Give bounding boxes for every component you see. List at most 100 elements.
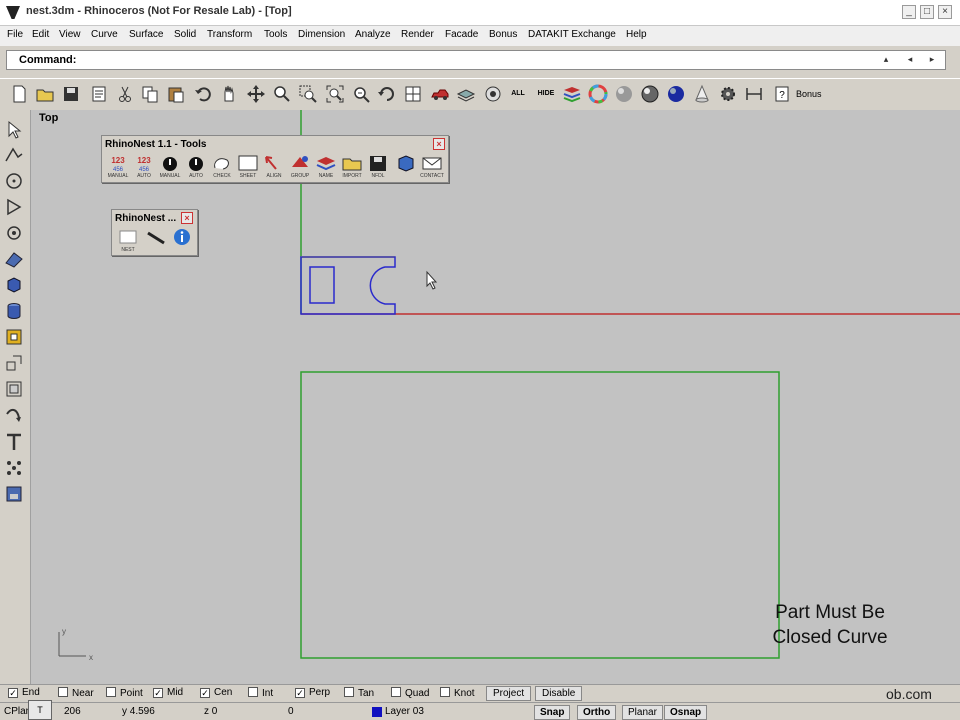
menu-analyze[interactable]: Analyze: [355, 29, 391, 40]
snap-toggle[interactable]: Snap: [534, 705, 571, 720]
zoom-icon[interactable]: [272, 84, 292, 104]
command-scroll-up-icon[interactable]: ▴: [879, 54, 893, 66]
nfdl-button[interactable]: NFDL: [366, 153, 390, 181]
array-icon[interactable]: [4, 379, 24, 399]
manual-nest-button[interactable]: 123 456 MANUAL: [106, 153, 130, 181]
dimension-icon[interactable]: [744, 84, 764, 104]
rhinonest-tools-close-icon[interactable]: ×: [433, 138, 445, 150]
layer-color-swatch[interactable]: [372, 707, 382, 717]
osnap-knot-checkbox[interactable]: [440, 687, 450, 697]
taskbar-button[interactable]: T: [28, 700, 52, 720]
surface-icon[interactable]: [4, 249, 24, 269]
rhinonest-toolbar-title[interactable]: RhinoNest ...: [115, 213, 176, 224]
circle-icon[interactable]: [4, 171, 24, 191]
osnap-near-checkbox[interactable]: [58, 687, 68, 697]
hide-icon[interactable]: HIDE: [534, 84, 558, 104]
print-icon[interactable]: [89, 84, 109, 104]
wand-button[interactable]: [144, 227, 168, 255]
zoom-selected-icon[interactable]: [351, 84, 371, 104]
menu-datakit-exchange[interactable]: DATAKIT Exchange: [528, 29, 616, 40]
move-view-icon[interactable]: [246, 84, 266, 104]
curve-tools-icon[interactable]: [4, 406, 24, 426]
rendered-sphere-icon[interactable]: [640, 84, 660, 104]
car-icon[interactable]: [430, 84, 450, 104]
show-icon[interactable]: [483, 84, 503, 104]
undo-icon[interactable]: [193, 84, 213, 104]
menu-edit[interactable]: Edit: [32, 29, 49, 40]
rhinonest-tools-toolbar[interactable]: RhinoNest 1.1 - Tools × 123 456 MANUAL 12…: [101, 135, 449, 183]
cylinder-icon[interactable]: [4, 301, 24, 321]
osnap-toggle[interactable]: Osnap: [664, 705, 708, 720]
planar-toggle[interactable]: Planar: [622, 705, 663, 720]
osnap-quad[interactable]: Quad: [391, 687, 429, 701]
minimize-button[interactable]: _: [902, 5, 916, 19]
color-wheel-icon[interactable]: [588, 84, 608, 104]
menu-help[interactable]: Help: [626, 29, 647, 40]
osnap-end[interactable]: ✓ End: [8, 687, 40, 701]
close-button[interactable]: ×: [938, 5, 952, 19]
check-button[interactable]: CHECK: [210, 153, 234, 181]
pan-hand-icon[interactable]: [219, 84, 239, 104]
nesting-sheet-rectangle[interactable]: [300, 371, 780, 659]
osnap-mid-checkbox[interactable]: ✓: [153, 688, 163, 698]
info-button[interactable]: [170, 227, 194, 255]
point-icon[interactable]: [4, 223, 24, 243]
save-icon[interactable]: [61, 84, 81, 104]
osnap-end-checkbox[interactable]: ✓: [8, 688, 18, 698]
menu-surface[interactable]: Surface: [129, 29, 163, 40]
cut-icon[interactable]: [115, 84, 135, 104]
grid-points-icon[interactable]: [4, 458, 24, 478]
blue-sphere-icon[interactable]: [666, 84, 686, 104]
disable-button[interactable]: Disable: [535, 686, 583, 701]
bonus-tools-button[interactable]: Bonus: [796, 84, 824, 104]
menu-transform[interactable]: Transform: [207, 29, 252, 40]
osnap-quad-checkbox[interactable]: [391, 687, 401, 697]
menu-facade[interactable]: Facade: [445, 29, 478, 40]
maximize-button[interactable]: □: [920, 5, 934, 19]
osnap-int-checkbox[interactable]: [248, 687, 258, 697]
viewport-title[interactable]: Top: [39, 112, 58, 124]
ortho-toggle[interactable]: Ortho: [577, 705, 617, 720]
four-viewports-icon[interactable]: [403, 84, 423, 104]
rhinonest-toolbar-close-icon[interactable]: ×: [181, 212, 193, 224]
rhinonest-tools-title[interactable]: RhinoNest 1.1 - Tools: [105, 139, 207, 150]
render-icon[interactable]: [4, 484, 24, 504]
layer-stack-icon[interactable]: [562, 84, 582, 104]
osnap-perp[interactable]: ✓ Perp: [295, 687, 330, 701]
zoom-window-icon[interactable]: [298, 84, 318, 104]
menu-tools[interactable]: Tools: [264, 29, 287, 40]
contact-button[interactable]: CONTACT: [420, 153, 444, 181]
menu-solid[interactable]: Solid: [174, 29, 196, 40]
part-curve[interactable]: [300, 256, 396, 315]
open-icon[interactable]: [35, 84, 55, 104]
rhinonest-toolbar[interactable]: RhinoNest ... × NEST: [111, 209, 198, 256]
osnap-knot[interactable]: Knot: [440, 687, 475, 701]
align-button[interactable]: ALIGN: [262, 153, 286, 181]
osnap-point-checkbox[interactable]: [106, 687, 116, 697]
sheet-button[interactable]: SHEET: [236, 153, 260, 181]
osnap-tan-checkbox[interactable]: [344, 687, 354, 697]
solid-tools-icon[interactable]: [4, 327, 24, 347]
command-history-icon[interactable]: ◂: [903, 54, 917, 66]
menu-curve[interactable]: Curve: [91, 29, 118, 40]
menu-dimension[interactable]: Dimension: [298, 29, 345, 40]
nest-button[interactable]: NEST: [116, 227, 140, 255]
layers-icon[interactable]: [456, 84, 476, 104]
show-all-icon[interactable]: ALL: [508, 84, 528, 104]
osnap-cen-checkbox[interactable]: ✓: [200, 688, 210, 698]
osnap-tan[interactable]: Tan: [344, 687, 374, 701]
cone-icon[interactable]: [692, 84, 712, 104]
rhino-app-icon[interactable]: [6, 6, 20, 19]
rotate-view-icon[interactable]: [377, 84, 397, 104]
help-icon[interactable]: ?: [772, 84, 792, 104]
osnap-cen[interactable]: ✓ Cen: [200, 687, 232, 701]
osnap-perp-checkbox[interactable]: ✓: [295, 688, 305, 698]
select-arrow-icon[interactable]: [4, 120, 24, 140]
project-button[interactable]: Project: [486, 686, 532, 701]
new-file-icon[interactable]: [9, 84, 29, 104]
auto-nest-button[interactable]: 123 456 AUTO: [132, 153, 156, 181]
command-forward-icon[interactable]: ▸: [925, 54, 939, 66]
import-button[interactable]: IMPORT: [340, 153, 364, 181]
osnap-near[interactable]: Near: [58, 687, 94, 701]
menu-bonus[interactable]: Bonus: [489, 29, 517, 40]
